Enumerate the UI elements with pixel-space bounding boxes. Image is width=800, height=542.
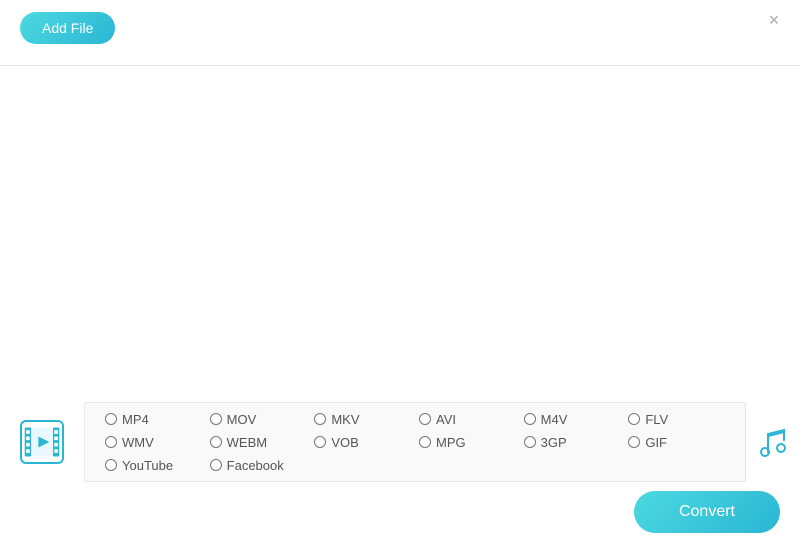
format-label-webm: WEBM xyxy=(227,435,267,450)
audio-icon-panel[interactable] xyxy=(745,402,800,482)
format-option-m4v[interactable]: M4V xyxy=(520,410,625,429)
format-label-3gp: 3GP xyxy=(541,435,567,450)
format-label-gif: GIF xyxy=(645,435,667,450)
video-icon xyxy=(20,420,64,464)
format-option-mov[interactable]: MOV xyxy=(206,410,311,429)
video-icon-panel[interactable] xyxy=(0,402,85,482)
format-option-vob[interactable]: VOB xyxy=(310,433,415,452)
format-option-mpg[interactable]: MPG xyxy=(415,433,520,452)
convert-button[interactable]: Convert xyxy=(634,491,780,533)
format-option-avi[interactable]: AVI xyxy=(415,410,520,429)
convert-bar: Convert xyxy=(0,482,800,542)
format-label-m4v: M4V xyxy=(541,412,568,427)
title-bar: × xyxy=(0,0,800,40)
format-option-flv[interactable]: FLV xyxy=(624,410,729,429)
format-option-3gp[interactable]: 3GP xyxy=(520,433,625,452)
format-options: MP4 MOV MKV AVI M4V FLV WMV WEBM xyxy=(85,402,745,483)
film-icon xyxy=(22,420,62,464)
format-option-webm[interactable]: WEBM xyxy=(206,433,311,452)
format-label-flv: FLV xyxy=(645,412,668,427)
format-label-mov: MOV xyxy=(227,412,257,427)
music-note-icon xyxy=(758,424,788,460)
format-label-mp4: MP4 xyxy=(122,412,149,427)
format-option-gif[interactable]: GIF xyxy=(624,433,729,452)
format-bar: MP4 MOV MKV AVI M4V FLV WMV WEBM xyxy=(0,402,800,482)
format-label-avi: AVI xyxy=(436,412,456,427)
format-label-vob: VOB xyxy=(331,435,358,450)
close-button[interactable]: × xyxy=(764,10,784,30)
format-option-youtube[interactable]: YouTube xyxy=(101,456,206,475)
format-label-facebook: Facebook xyxy=(227,458,284,473)
format-label-wmv: WMV xyxy=(122,435,154,450)
add-file-button[interactable]: Add File xyxy=(20,12,115,44)
format-label-youtube: YouTube xyxy=(122,458,173,473)
format-label-mpg: MPG xyxy=(436,435,466,450)
format-option-mkv[interactable]: MKV xyxy=(310,410,415,429)
format-option-facebook[interactable]: Facebook xyxy=(206,456,311,475)
drop-area xyxy=(0,66,800,402)
format-label-mkv: MKV xyxy=(331,412,359,427)
format-option-wmv[interactable]: WMV xyxy=(101,433,206,452)
format-option-mp4[interactable]: MP4 xyxy=(101,410,206,429)
